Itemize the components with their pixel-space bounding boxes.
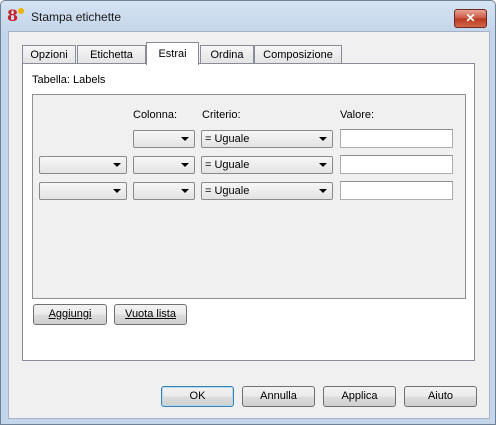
app-logo-glyph: 8 [7,6,19,25]
window-title: Stampa etichette [31,10,122,24]
title-bar[interactable]: 8 Stampa etichette ✕ [1,1,495,31]
close-button[interactable]: ✕ [454,9,487,28]
criteria-grid: Colonna: Criterio: Valore: = Uguale = Ug… [32,94,466,299]
tab-opzioni[interactable]: Opzioni [22,45,76,64]
clear-list-button[interactable]: Vuota lista [114,304,187,325]
value-field-row3[interactable] [340,181,453,200]
chevron-down-icon [181,189,189,193]
tab-ordina[interactable]: Ordina [200,45,254,64]
criterion-value: = Uguale [205,185,250,197]
chevron-down-icon [113,189,121,193]
app-logo-icon: 8 [7,7,25,25]
chevron-down-icon [319,137,327,141]
add-button[interactable]: Aggiungi [33,304,107,325]
chevron-down-icon [113,163,121,167]
help-button[interactable]: Aiuto [404,386,477,407]
value-field-row1[interactable] [340,129,453,148]
criterion-value: = Uguale [205,159,250,171]
column-select-row3[interactable] [133,182,195,200]
tab-panel-estrai: Tabella: Labels Colonna: Criterio: Valor… [22,63,475,361]
criterion-select-row1[interactable]: = Uguale [201,130,333,148]
dialog-body: Opzioni Etichetta Estrai Ordina Composiz… [8,31,490,419]
column-select-row2[interactable] [133,156,195,174]
column-header-colonna: Colonna: [133,109,178,121]
tab-etichetta[interactable]: Etichetta [77,45,146,64]
chevron-down-icon [181,137,189,141]
tab-estrai[interactable]: Estrai [146,42,199,65]
dialog-window: 8 Stampa etichette ✕ Opzioni Etichetta E… [0,0,496,425]
tab-composizione[interactable]: Composizione [254,45,342,64]
ok-button[interactable]: OK [161,386,234,407]
criterion-value: = Uguale [205,133,250,145]
apply-button[interactable]: Applica [323,386,396,407]
value-field-row2[interactable] [340,155,453,174]
operator-select-row3[interactable] [39,182,127,200]
cancel-button[interactable]: Annulla [242,386,315,407]
chevron-down-icon [319,189,327,193]
table-label: Tabella: Labels [32,74,106,86]
column-header-criterio: Criterio: [202,109,241,121]
operator-select-row2[interactable] [39,156,127,174]
add-button-label: Aggiungi [48,308,92,320]
clear-list-button-label: Vuota lista [125,308,176,320]
chevron-down-icon [319,163,327,167]
criterion-select-row2[interactable]: = Uguale [201,156,333,174]
criterion-select-row3[interactable]: = Uguale [201,182,333,200]
chevron-down-icon [181,163,189,167]
close-icon: ✕ [465,11,476,25]
column-select-row1[interactable] [133,130,195,148]
column-header-valore: Valore: [340,109,375,121]
